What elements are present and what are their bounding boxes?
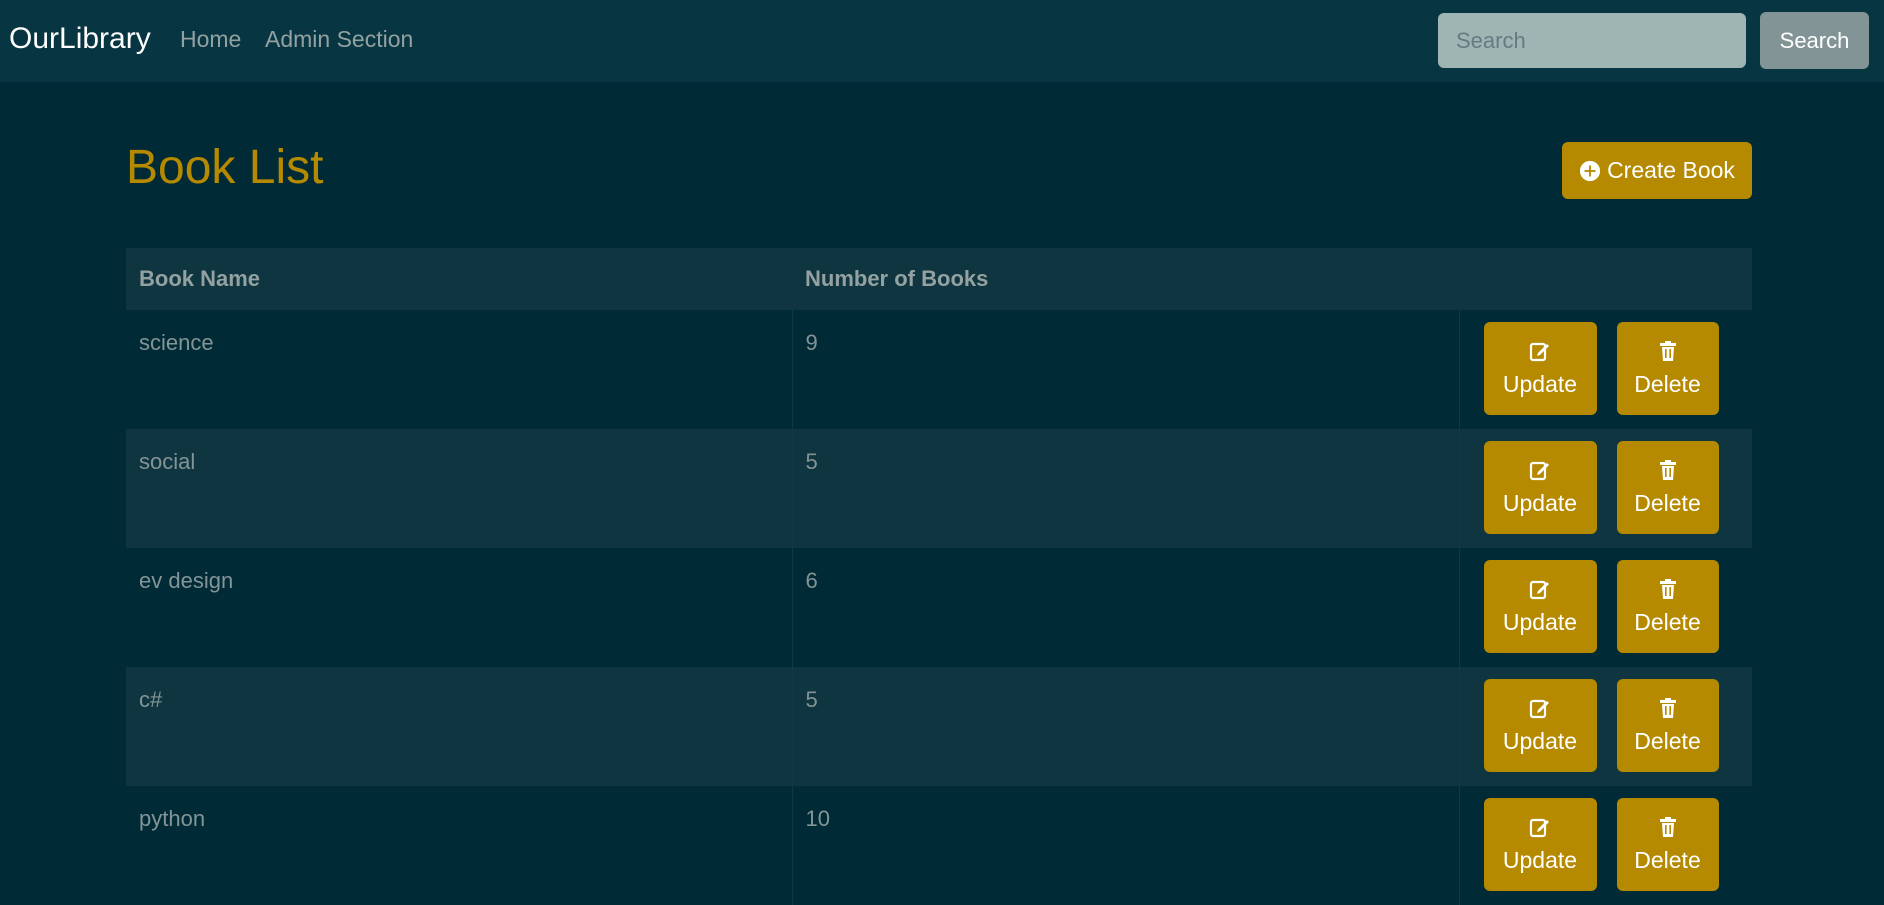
delete-button[interactable]: Delete [1616,441,1719,534]
actions-cell: Update Delete [1459,548,1752,667]
nav-link-admin-section[interactable]: Admin Section [265,26,413,53]
delete-label: Delete [1634,490,1701,516]
update-label: Update [1502,728,1578,754]
delete-button[interactable]: Delete [1616,560,1719,653]
table-row: python 10 Update Delete [126,786,1752,905]
table-row: c# 5 Update Delete [126,667,1752,786]
delete-button[interactable]: Delete [1616,322,1719,415]
book-count-cell: 9 [792,310,1460,429]
edit-icon [1529,342,1549,362]
book-count-cell: 6 [792,548,1460,667]
update-button[interactable]: Update [1483,322,1597,415]
trash-icon [1659,579,1676,599]
edit-icon [1529,699,1549,719]
delete-label: Delete [1634,728,1701,754]
table-row: science 9 Update Delete [126,310,1752,429]
table-row: social 5 Update Delete [126,429,1752,548]
delete-label: Delete [1634,847,1701,873]
trash-icon [1659,698,1676,718]
book-count-cell: 5 [792,667,1460,786]
delete-label: Delete [1634,371,1701,397]
table-body: science 9 Update Delete social 5 Update Delete e… [126,310,1752,905]
delete-label: Delete [1634,609,1701,635]
table-header-row: Book Name Number of Books [126,248,1752,310]
trash-icon [1659,341,1676,361]
edit-icon [1529,818,1549,838]
create-book-button[interactable]: Create Book [1562,142,1752,199]
book-name-cell: science [126,310,793,429]
book-name-cell: ev design [126,548,793,667]
update-button[interactable]: Update [1483,560,1597,653]
navbar: OurLibrary Home Admin Section Search [0,0,1884,82]
column-header-book-name: Book Name [126,248,792,310]
search-input[interactable] [1438,13,1746,68]
book-count-cell: 5 [792,429,1460,548]
table-row: ev design 6 Update Delete [126,548,1752,667]
page-title: Book List [126,141,324,194]
delete-button[interactable]: Delete [1616,798,1719,891]
edit-icon [1529,580,1549,600]
column-header-actions [1459,248,1752,310]
actions-cell: Update Delete [1459,667,1752,786]
update-label: Update [1502,490,1578,516]
column-header-number-of-books: Number of Books [792,248,1459,310]
update-label: Update [1502,609,1578,635]
trash-icon [1659,460,1676,480]
nav-link-home[interactable]: Home [180,26,241,53]
search-button[interactable]: Search [1760,12,1869,69]
book-name-cell: c# [126,667,793,786]
plus-circle-icon [1579,160,1601,181]
book-name-cell: social [126,429,793,548]
delete-button[interactable]: Delete [1616,679,1719,772]
actions-cell: Update Delete [1459,786,1752,905]
actions-cell: Update Delete [1459,310,1752,429]
create-book-label: Create Book [1607,157,1735,183]
update-label: Update [1502,847,1578,873]
book-table: Book Name Number of Books science 9 Update… [126,248,1752,905]
update-button[interactable]: Update [1483,679,1597,772]
actions-cell: Update Delete [1459,429,1752,548]
edit-icon [1529,461,1549,481]
book-name-cell: python [126,786,793,905]
update-button[interactable]: Update [1483,441,1597,534]
update-button[interactable]: Update [1483,798,1597,891]
update-label: Update [1502,371,1578,397]
book-table-container: Book Name Number of Books science 9 Update… [126,248,1752,905]
trash-icon [1659,817,1676,837]
brand-logo[interactable]: OurLibrary [9,22,151,56]
book-count-cell: 10 [792,786,1460,905]
